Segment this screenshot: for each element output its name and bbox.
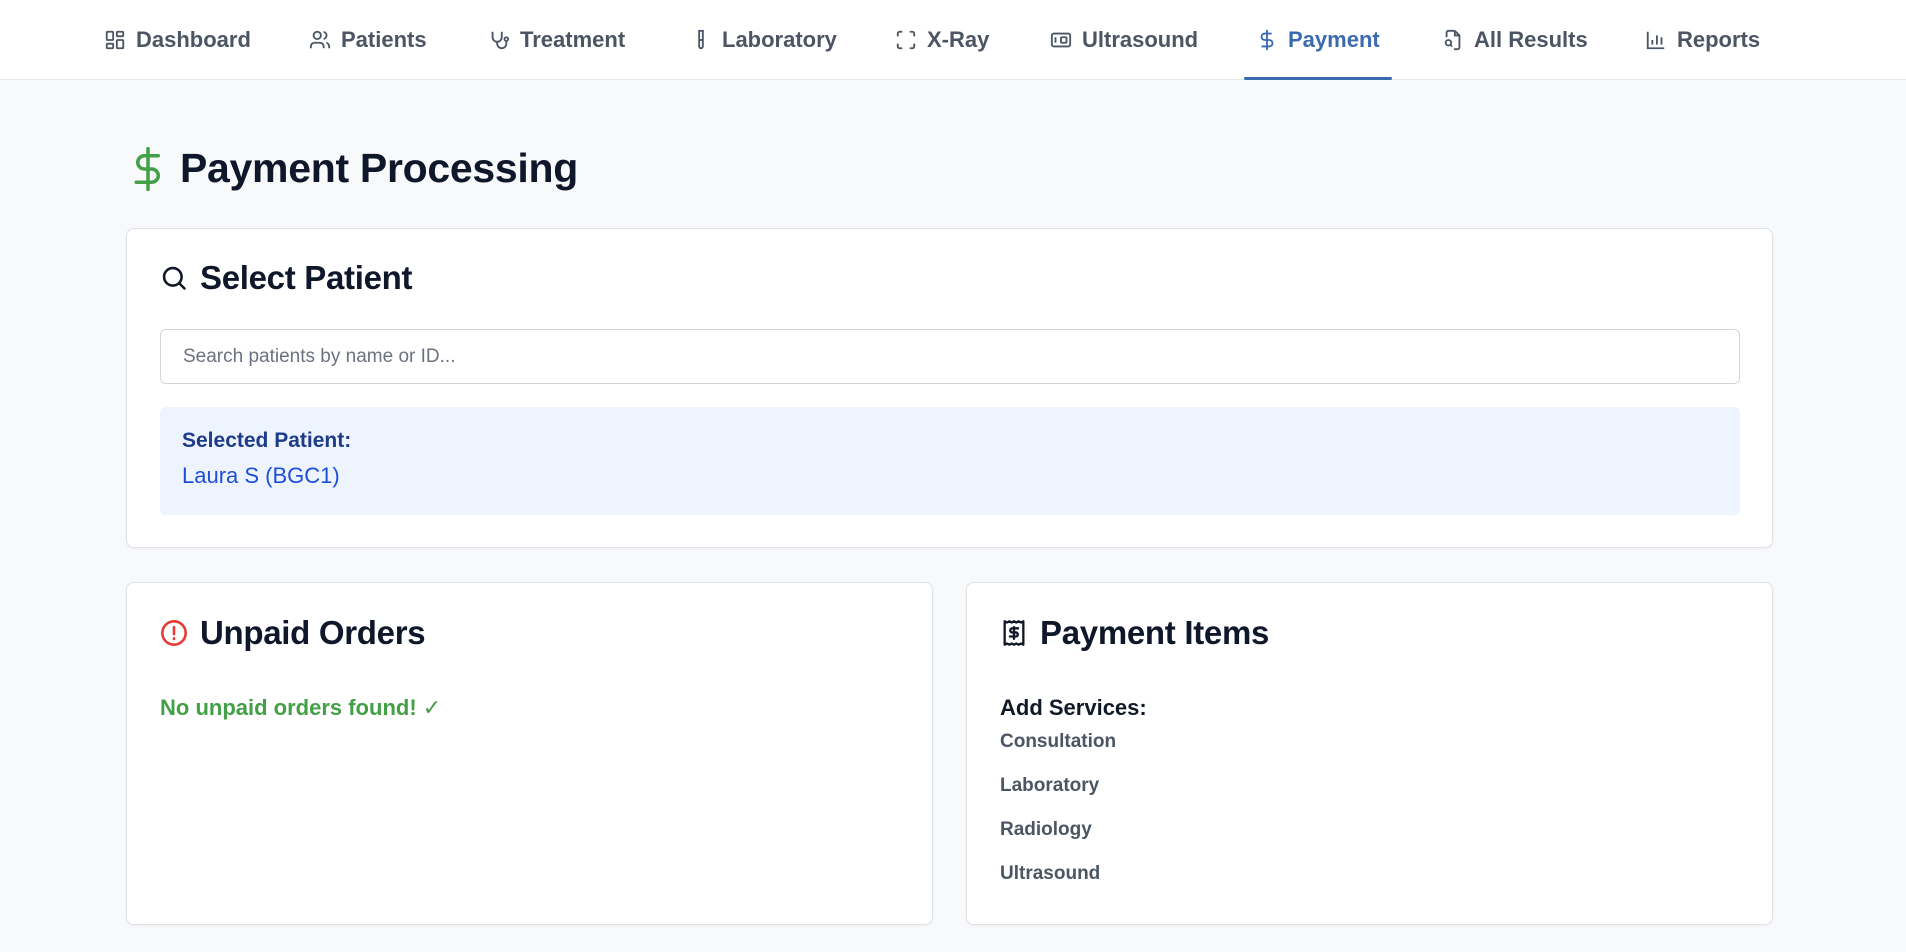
top-navigation: Dashboard Patients Treatment Laboratory … — [0, 0, 1906, 80]
unpaid-orders-heading: Unpaid Orders — [200, 614, 426, 651]
tab-label: Payment — [1288, 27, 1380, 52]
selected-patient-value: Laura S (BGC1) — [182, 463, 340, 488]
dashboard-icon — [105, 30, 125, 50]
no-unpaid-orders-message: No unpaid orders found! ✓ — [160, 695, 442, 720]
alert-circle-icon — [161, 620, 187, 646]
users-icon — [309, 30, 331, 49]
page-title-text: Payment Processing — [180, 145, 578, 191]
select-patient-card: Select Patient Selected Patient: Laura S… — [126, 228, 1773, 548]
payment-items-card: Payment Items Add Services: Consultation… — [966, 582, 1773, 925]
selected-patient-label: Selected Patient: — [182, 429, 352, 452]
tab-label: Patients — [341, 27, 427, 52]
search-icon — [162, 266, 186, 290]
tab-label: Reports — [1677, 27, 1761, 52]
add-services-label: Add Services: — [1000, 695, 1147, 720]
payment-items-heading: Payment Items — [1040, 614, 1270, 651]
select-patient-heading: Select Patient — [200, 259, 413, 296]
test-tube-icon — [698, 29, 704, 50]
tab-dashboard[interactable]: Dashboard — [104, 0, 251, 80]
tab-label: All Results — [1474, 27, 1588, 52]
page-title: Payment Processing — [130, 145, 578, 192]
tab-x-ray[interactable]: X-Ray — [895, 0, 989, 80]
tab-payment[interactable]: Payment — [1244, 0, 1392, 80]
file-search-icon — [1444, 29, 1461, 51]
tab-laboratory[interactable]: Laboratory — [690, 0, 837, 80]
service-ultrasound[interactable]: Ultrasound — [1000, 863, 1100, 885]
scan-icon — [896, 30, 916, 50]
tab-ultrasound[interactable]: Ultrasound — [1050, 0, 1198, 80]
service-consultation[interactable]: Consultation — [1000, 731, 1116, 753]
tab-label: Laboratory — [722, 27, 837, 52]
patient-search-input[interactable] — [160, 329, 1740, 384]
dollar-icon — [1260, 29, 1274, 51]
tab-label: Ultrasound — [1082, 27, 1199, 52]
receipt-icon — [1003, 620, 1025, 646]
tab-all-results[interactable]: All Results — [1442, 0, 1588, 80]
unpaid-orders-card: Unpaid Orders No unpaid orders found! ✓ — [126, 582, 933, 925]
dollar-icon — [134, 146, 161, 191]
tab-treatment[interactable]: Treatment — [488, 0, 625, 80]
bar-chart-icon — [1646, 31, 1665, 50]
tab-label: Dashboard — [136, 27, 251, 52]
tab-patients[interactable]: Patients — [309, 0, 427, 80]
payment-items-header: Payment Items — [1000, 614, 1269, 652]
service-radiology[interactable]: Radiology — [1000, 819, 1092, 841]
stethoscope-icon — [491, 31, 510, 50]
tab-label: Treatment — [520, 27, 626, 52]
unpaid-orders-header: Unpaid Orders — [160, 614, 426, 652]
service-laboratory[interactable]: Laboratory — [1000, 775, 1099, 797]
tab-reports[interactable]: Reports — [1645, 0, 1760, 80]
selected-patient-box: Selected Patient: Laura S (BGC1) — [160, 407, 1740, 515]
tab-label: X-Ray — [927, 27, 990, 52]
ultrasound-icon — [1050, 32, 1072, 48]
select-patient-header: Select Patient — [160, 259, 413, 297]
